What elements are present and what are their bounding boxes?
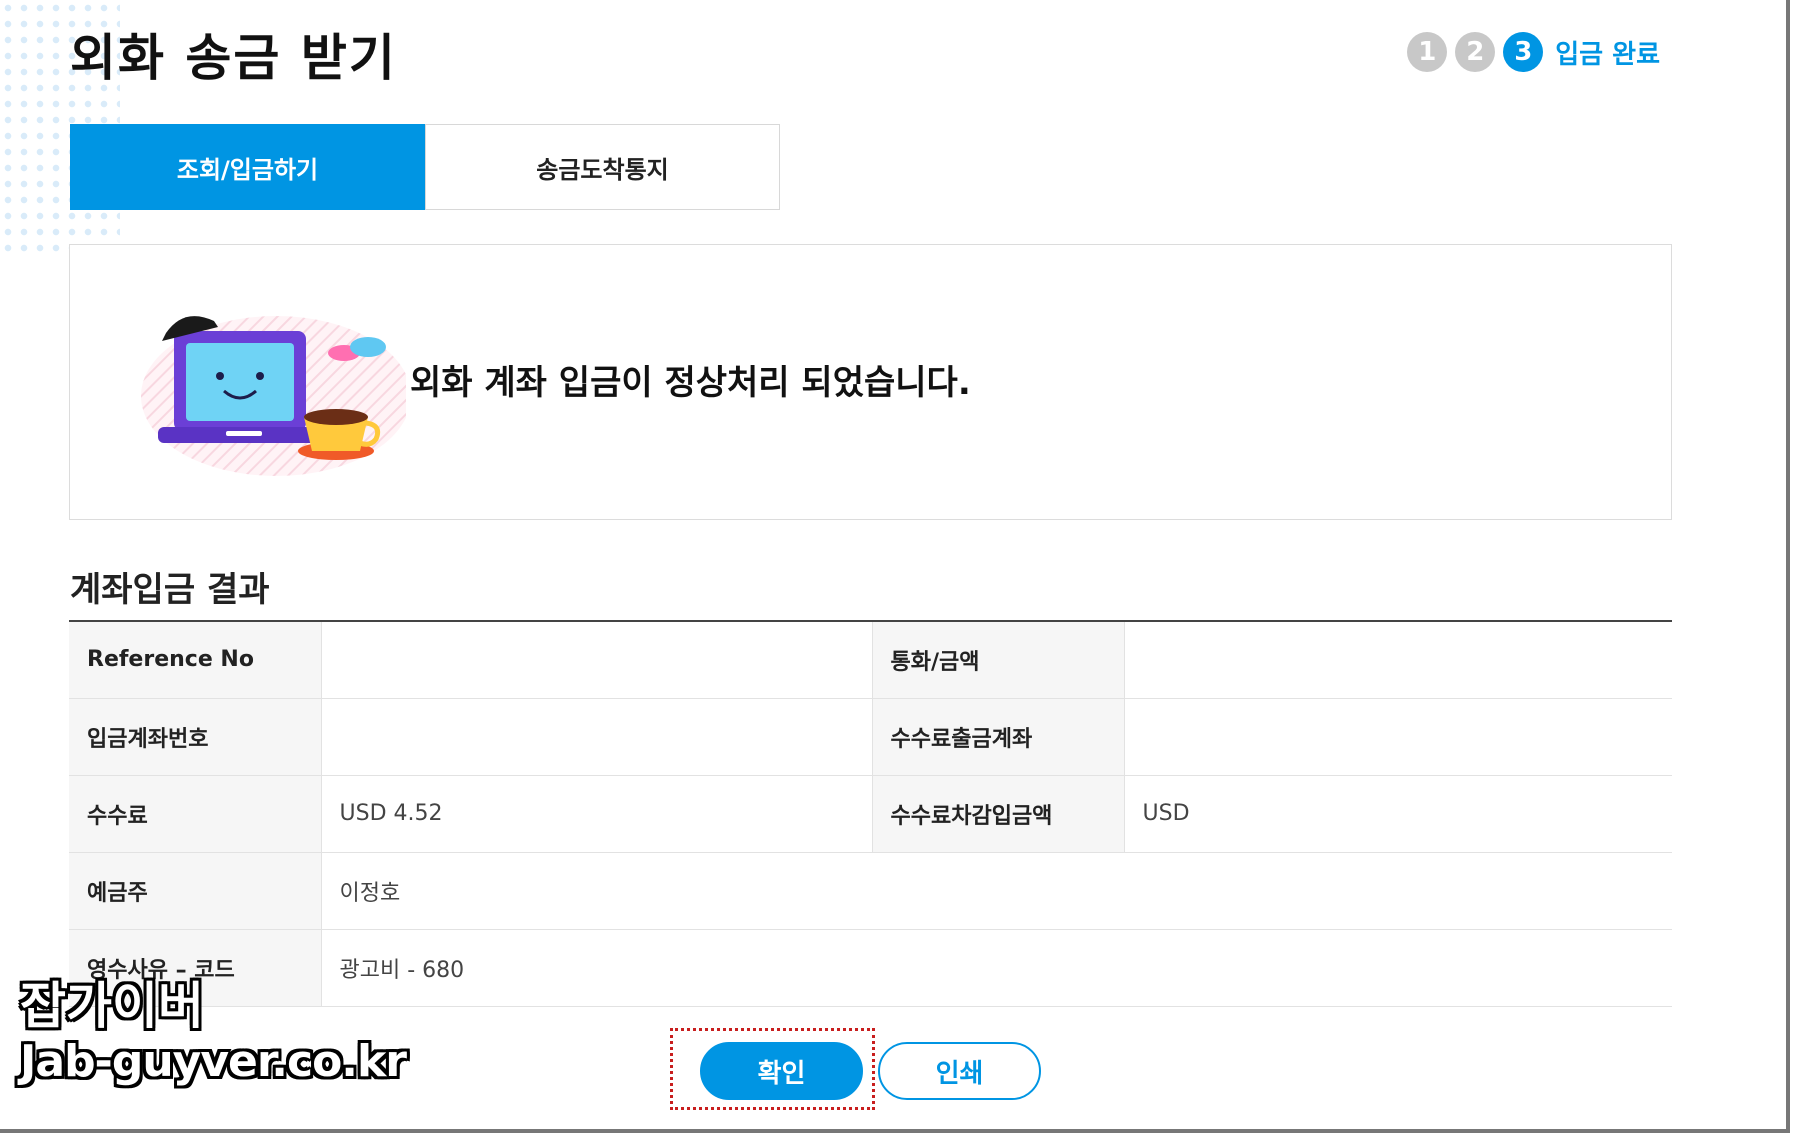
deposit-account-value: [321, 698, 873, 776]
tab-inquiry-deposit[interactable]: 조회/입금하기: [70, 124, 425, 210]
tab-bar: 조회/입금하기 송금도착통지: [70, 124, 780, 210]
table-row: 수수료 USD 4.52 수수료차감입금액 USD: [69, 775, 1672, 853]
print-button[interactable]: 인쇄: [878, 1042, 1041, 1100]
reference-no-value: [321, 621, 873, 699]
fee-value: USD 4.52: [321, 775, 873, 853]
table-row: 입금계좌번호 수수료출금계좌: [69, 698, 1672, 776]
net-deposit-value: USD: [1124, 775, 1672, 853]
account-holder-label: 예금주: [69, 852, 322, 930]
completion-message: 외화 계좌 입금이 정상처리 되었습니다.: [410, 363, 971, 403]
table-row: Reference No 통화/금액: [69, 621, 1672, 699]
net-deposit-label: 수수료차감입금액: [872, 775, 1125, 853]
step-1-badge: 1: [1407, 32, 1448, 72]
deposit-result-table: Reference No 통화/금액 입금계좌번호 수수료출금계좌 수수료 US…: [69, 620, 1672, 1007]
fee-account-label: 수수료출금계좌: [872, 698, 1125, 776]
page-title: 외화 송금 받기: [70, 29, 397, 87]
result-section-title: 계좌입금 결과: [70, 570, 270, 610]
table-row: 예금주 이정호: [69, 852, 1672, 930]
watermark-name: 잡가이버: [20, 977, 204, 1035]
step-active-label: 입금 완료: [1555, 39, 1660, 70]
laptop-coffee-illustration: [141, 316, 406, 476]
step-indicator: 1 2 3 입금 완료: [1407, 32, 1660, 72]
confirm-button[interactable]: 확인: [700, 1042, 863, 1100]
fee-account-value: [1124, 698, 1672, 776]
watermark: 잡가이버 Jab-guyver.co.kr: [20, 977, 407, 1090]
currency-amount-value: [1124, 621, 1672, 699]
step-3-badge: 3: [1503, 32, 1544, 72]
deposit-account-label: 입금계좌번호: [69, 698, 322, 776]
watermark-url: Jab-guyver.co.kr: [20, 1036, 407, 1087]
completion-message-box: 외화 계좌 입금이 정상처리 되었습니다.: [69, 244, 1672, 520]
receipt-reason-value: 광고비 - 680: [321, 929, 1672, 1007]
currency-amount-label: 통화/금액: [872, 621, 1125, 699]
reference-no-label: Reference No: [69, 621, 322, 699]
fee-label: 수수료: [69, 775, 322, 853]
account-holder-value: 이정호: [321, 852, 1672, 930]
step-2-badge: 2: [1455, 32, 1496, 72]
tab-remittance-notice[interactable]: 송금도착통지: [425, 124, 780, 210]
